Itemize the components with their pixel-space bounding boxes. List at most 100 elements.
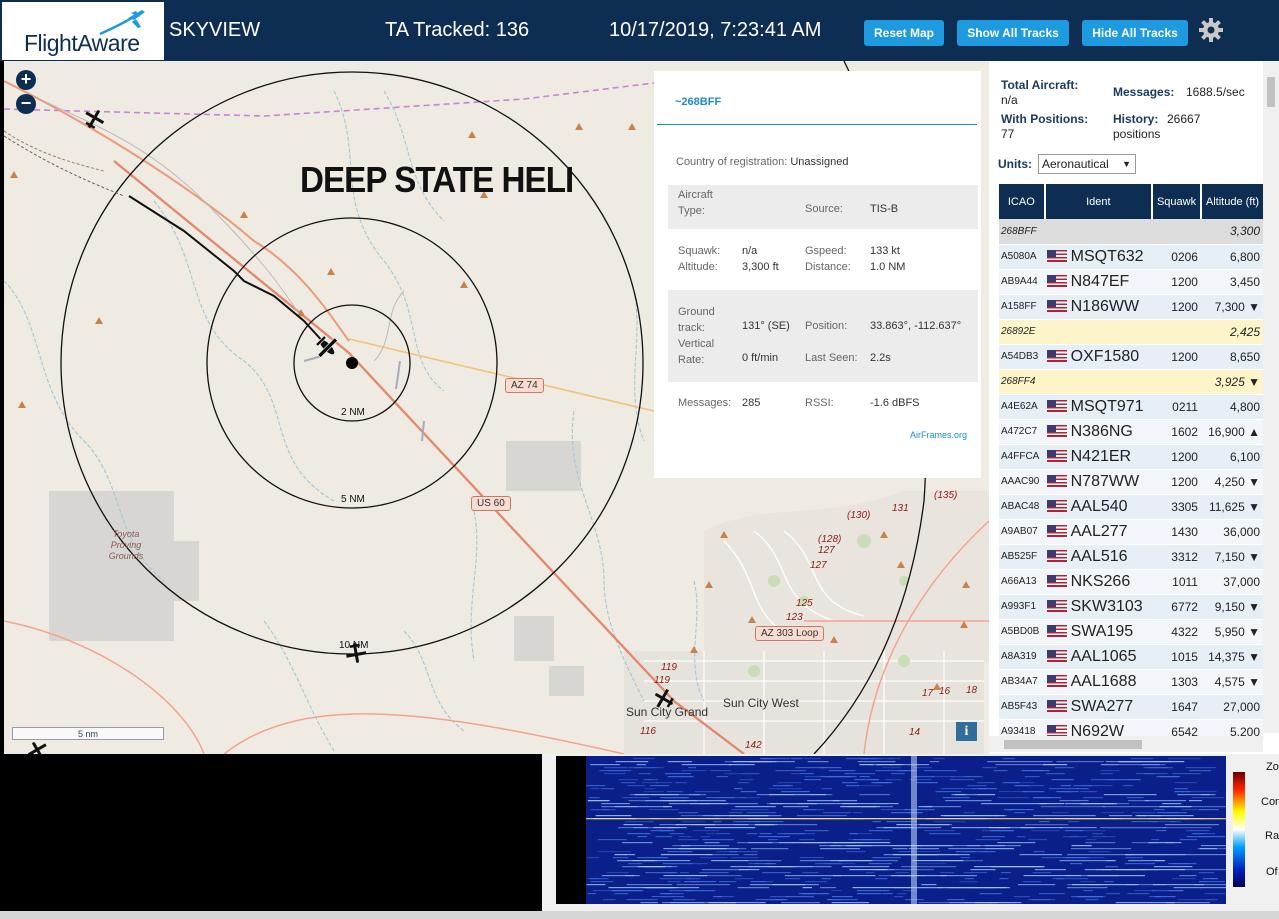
squawk-cell: 1200	[1152, 469, 1201, 495]
divider	[657, 124, 977, 125]
squawk-value: n/a	[742, 245, 758, 257]
scrollbar-thumb[interactable]	[1267, 77, 1275, 107]
table-row[interactable]: 26892E 2,425	[999, 319, 1264, 345]
zoom-out-button[interactable]: −	[16, 94, 36, 114]
map-annotation: DEEP STATE HELI	[300, 159, 574, 200]
us-flag-icon	[1046, 550, 1067, 563]
ident-text: NKS266	[1070, 572, 1131, 590]
altitude-cell: 3,450	[1200, 269, 1264, 295]
us-flag-icon	[1046, 700, 1067, 713]
table-row[interactable]: A5080A MSQT632 0206 6,800	[999, 244, 1264, 270]
ident-text: N421ER	[1070, 447, 1132, 465]
sdr-zoom-label: Zo	[1266, 761, 1279, 773]
route-number: 123	[786, 612, 803, 623]
icao-cell: A8A319	[999, 644, 1045, 670]
column-header-ident[interactable]: Ident	[1044, 184, 1154, 219]
last-seen-value: 2.2s	[870, 352, 891, 364]
aircraft-table: ICAO Ident Squawk Altitude (ft) 268BFF 3,…	[999, 184, 1265, 739]
us-flag-icon	[1046, 400, 1067, 413]
table-row[interactable]: AB5F43 SWA277 1647 27,000	[999, 694, 1264, 720]
altitude-cell: 3,925 ▼	[1200, 369, 1264, 395]
ident-text: AAL277	[1070, 522, 1128, 540]
table-row[interactable]: A54DB3 OXF1580 1200 8,650	[999, 344, 1264, 370]
altitude-cell: 4,800	[1200, 394, 1264, 420]
units-label: Units:	[998, 157, 1032, 171]
aircraft-plane-icon[interactable]	[26, 739, 50, 754]
airframes-link[interactable]: AirFrames.org	[910, 430, 967, 440]
aircraft-sidebar: Total Aircraft: n/a Messages: 1688.5/sec…	[989, 61, 1279, 754]
table-vertical-scrollbar[interactable]	[1263, 61, 1279, 733]
table-row[interactable]: A472C7 N386NG 1602 16,900 ▲	[999, 419, 1264, 445]
icao-cell: A4FFCA	[999, 444, 1045, 470]
icao-cell: A9AB07	[999, 519, 1045, 545]
us-flag-icon	[1046, 275, 1067, 288]
squawk-cell	[1152, 319, 1201, 345]
squawk-cell: 1200	[1152, 269, 1201, 295]
table-row[interactable]: A158FF N186WW 1200 7,300 ▼	[999, 294, 1264, 320]
ident-text: SKW3103	[1070, 597, 1143, 615]
gspeed-label: Gspeed:	[805, 245, 847, 257]
route-number: 131	[892, 503, 909, 514]
ident-text: OXF1580	[1070, 347, 1140, 365]
table-row[interactable]: AB9A44 N847EF 1200 3,450	[999, 269, 1264, 295]
table-row[interactable]: A4FFCA N421ER 1200 6,100	[999, 444, 1264, 470]
flightaware-logo[interactable]: FlightAware	[2, 2, 164, 60]
table-row[interactable]: 268BFF 3,300	[999, 219, 1264, 245]
units-select[interactable]: Aeronautical	[1038, 154, 1136, 174]
squawk-block: Squawk: n/a Gspeed: 133 kt Altitude: 3,3…	[668, 233, 978, 285]
column-header-icao[interactable]: ICAO	[999, 184, 1046, 219]
us-flag-icon	[1046, 675, 1067, 688]
last-seen-label: Last Seen:	[805, 352, 858, 364]
hide-all-tracks-button[interactable]: Hide All Tracks	[1082, 20, 1188, 46]
ident-text: N787WW	[1070, 472, 1140, 490]
logo-text: FlightAware	[24, 30, 140, 56]
table-row[interactable]: AAAC90 N787WW 1200 4,250 ▼	[999, 469, 1264, 495]
us-flag-icon	[1046, 350, 1067, 363]
ident-cell: AAL1688	[1044, 669, 1153, 695]
table-row[interactable]: A9AB07 AAL277 1430 36,000	[999, 519, 1264, 545]
table-row[interactable]: 268FF4 3,925 ▼	[999, 369, 1264, 395]
info-button[interactable]: i	[956, 722, 977, 741]
position-label: Position:	[805, 320, 848, 332]
zoom-in-button[interactable]: +	[16, 70, 36, 90]
ident-text: N186WW	[1070, 297, 1140, 315]
route-number: 125	[796, 598, 813, 609]
column-header-altitude[interactable]: Altitude (ft)	[1200, 184, 1265, 219]
sdr-range-label: Ra	[1265, 830, 1279, 842]
reset-map-button[interactable]: Reset Map	[864, 20, 944, 46]
ident-cell	[1044, 319, 1153, 345]
road-shield-az303: AZ 303 Loop	[755, 626, 825, 641]
route-number: (130)	[847, 510, 871, 521]
squawk-cell: 1011	[1152, 569, 1201, 595]
table-row[interactable]: A66A13 NKS266 1011 37,000	[999, 569, 1264, 595]
squawk-cell: 1430	[1152, 519, 1201, 545]
table-row[interactable]: A5BD0B SWA195 4322 5,950 ▼	[999, 619, 1264, 645]
altitude-cell: 4,250 ▼	[1200, 469, 1264, 495]
table-row[interactable]: ABAC48 AAL540 3305 11,625 ▼	[999, 494, 1264, 520]
show-all-tracks-button[interactable]: Show All Tracks	[957, 20, 1069, 46]
gear-icon[interactable]	[1198, 17, 1224, 43]
squawk-cell: 0206	[1152, 244, 1201, 270]
table-row[interactable]: AB525F AAL516 3312 7,150 ▼	[999, 544, 1264, 570]
aircraft-table-body: 268BFF 3,300 A5080A MSQT632 0206 6,800 AB9A44 N…	[999, 219, 1264, 739]
ident-cell: MSQT971	[1044, 394, 1153, 420]
column-header-squawk[interactable]: Squawk	[1152, 184, 1202, 219]
icao-cell: A54DB3	[999, 344, 1045, 370]
aircraft-type-label: Aircraft Type:	[678, 189, 713, 217]
table-row[interactable]: A993F1 SKW3103 6772 9,150 ▼	[999, 594, 1264, 620]
source-label: Source:	[805, 203, 843, 215]
selected-helicopter-icon[interactable]	[312, 332, 342, 362]
squawk-cell: 1200	[1152, 294, 1201, 320]
ident-cell	[1044, 219, 1153, 245]
altitude-cell: 16,900 ▲	[1200, 419, 1264, 445]
aircraft-plane-icon[interactable]	[82, 107, 106, 131]
squawk-cell: 1303	[1152, 669, 1201, 695]
scrollbar-thumb[interactable]	[1004, 740, 1142, 749]
icao-cell: A472C7	[999, 419, 1045, 445]
table-row[interactable]: A8A319 AAL1065 1015 14,375 ▼	[999, 644, 1264, 670]
table-row[interactable]: A4E62A MSQT971 0211 4,800	[999, 394, 1264, 420]
table-row[interactable]: AB34A7 AAL1688 1303 4,575 ▼	[999, 669, 1264, 695]
us-flag-icon	[1046, 425, 1067, 438]
total-aircraft-label: Total Aircraft:	[1001, 78, 1079, 92]
sdr-blank-area	[0, 754, 542, 911]
